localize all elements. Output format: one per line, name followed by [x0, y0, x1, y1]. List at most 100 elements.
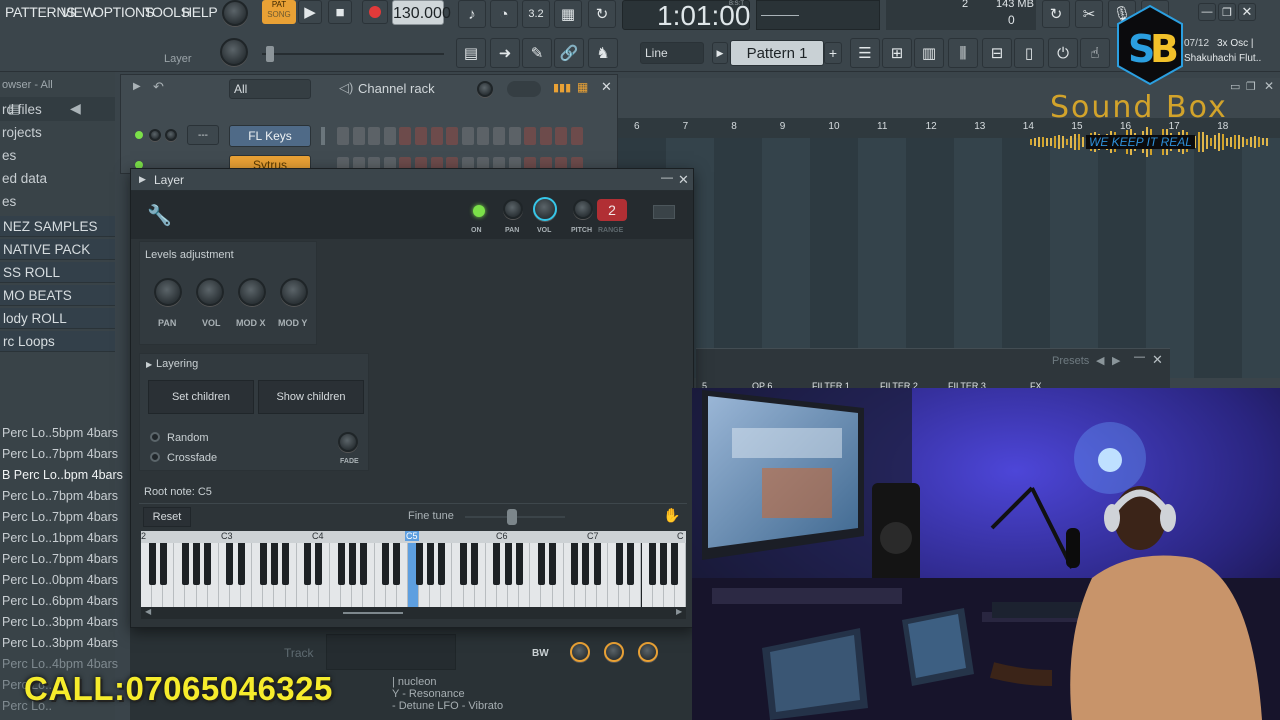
step-button[interactable] [383, 127, 396, 145]
browser-item[interactable]: es [2, 148, 16, 163]
browser-file[interactable]: Perc Lo..1bpm 4bars [2, 531, 118, 545]
pat-song-toggle[interactable]: PAT SONG [262, 0, 296, 24]
browser-file[interactable]: Perc Lo..5bpm 4bars [2, 426, 118, 440]
black-key[interactable] [315, 543, 323, 585]
step-button[interactable] [399, 127, 412, 145]
black-key[interactable] [649, 543, 657, 585]
browser-file[interactable]: Perc Lo..7bpm 4bars [2, 489, 118, 503]
black-key[interactable] [270, 543, 278, 585]
step-button[interactable] [415, 127, 427, 145]
black-key[interactable] [549, 543, 557, 585]
bw-knob-3[interactable] [638, 642, 658, 662]
black-key[interactable] [259, 543, 267, 585]
level-mody-knob[interactable] [280, 278, 308, 306]
presets-label[interactable]: Presets [1052, 355, 1089, 367]
position-slider[interactable] [262, 46, 444, 62]
rack-undo-icon[interactable]: ↶ [153, 79, 164, 95]
plugin-picker-button[interactable]: ⏻ [1048, 38, 1078, 68]
black-key[interactable] [537, 543, 545, 585]
pattern-prev-button[interactable]: ▶ [712, 42, 728, 64]
step-toggle[interactable] [507, 81, 541, 97]
playlist-view-button[interactable]: ▤ [456, 38, 486, 68]
header-vol-knob[interactable] [533, 197, 557, 221]
time-display[interactable]: 1:01:00 B:S:T [622, 0, 750, 31]
playlist-minimize-icon[interactable]: ▭ [1230, 80, 1240, 93]
browser-file[interactable]: Perc Lo..4bpm 4bars [2, 657, 118, 671]
countdown-button[interactable]: 3.2 [522, 0, 550, 28]
channel-filter-select[interactable]: All [229, 79, 311, 99]
root-note-keyboard[interactable]: 2 C3 C4 C5 C6 C7 C ◀ ▶ [141, 531, 686, 619]
browser-folder[interactable]: rc Loops [0, 331, 115, 352]
step-button[interactable] [477, 127, 490, 145]
hand-icon[interactable]: ✋ [663, 507, 680, 524]
black-key[interactable] [426, 543, 434, 585]
black-key[interactable] [304, 543, 312, 585]
browser-file[interactable]: Perc Lo..7bpm 4bars [2, 510, 118, 524]
level-vol-knob[interactable] [196, 278, 224, 306]
playlist-maximize-icon[interactable]: ❐ [1246, 80, 1256, 93]
scroll-left-icon[interactable]: ◀ [145, 607, 151, 616]
piano-roll-button[interactable]: ⊞ [882, 38, 912, 68]
channel1-name-button[interactable]: FL Keys [229, 125, 311, 147]
link-button[interactable]: 🔗 [554, 38, 584, 68]
master-volume-knob[interactable] [222, 0, 248, 26]
black-key[interactable] [148, 543, 156, 585]
fine-tune-slider[interactable] [465, 509, 565, 525]
black-key[interactable] [626, 543, 634, 585]
menu-view[interactable]: VIEW [61, 4, 96, 20]
channel1-pan-knob[interactable] [149, 129, 161, 141]
layer-menu-arrow-icon[interactable]: ▶ [139, 174, 146, 185]
maximize-button[interactable]: ❐ [1218, 3, 1236, 21]
swing-knob[interactable] [477, 81, 493, 97]
pattern-selector[interactable]: Pattern 1 [730, 40, 824, 66]
rack-close-icon[interactable]: ✕ [601, 79, 612, 95]
step-button[interactable] [430, 127, 443, 145]
mixer-view-button[interactable]: ☰ [850, 38, 880, 68]
graph-icon[interactable]: ▮▮▮ [553, 81, 571, 94]
step-button[interactable] [539, 127, 552, 145]
on-led[interactable] [473, 205, 485, 217]
channel1-mixer-track[interactable]: --- [187, 125, 219, 145]
step-button[interactable] [352, 127, 365, 145]
preset-next-icon[interactable]: ▶ [1112, 354, 1120, 367]
mixer-button[interactable]: ⫼ [948, 38, 978, 68]
browser-button[interactable]: ⊟ [982, 38, 1012, 68]
header-pitch-knob[interactable] [573, 199, 593, 219]
browser-file[interactable]: Perc Lo..3bpm 4bars [2, 636, 118, 650]
bw-knob-2[interactable] [604, 642, 624, 662]
draw-tool-button[interactable]: ✎ [522, 38, 552, 68]
black-key[interactable] [193, 543, 201, 585]
add-pattern-button[interactable]: + [824, 42, 842, 64]
step-button[interactable] [446, 127, 459, 145]
playlist-close-icon[interactable]: ✕ [1264, 79, 1274, 93]
step-button[interactable] [508, 127, 521, 145]
snap-arrow-button[interactable]: ➜ [490, 38, 520, 68]
black-key[interactable] [181, 543, 189, 585]
play-button[interactable]: ▶ [298, 0, 322, 24]
step-button[interactable] [555, 127, 568, 145]
channel-rack-button[interactable]: ▥ [914, 38, 944, 68]
black-key[interactable] [460, 543, 468, 585]
black-key[interactable] [415, 543, 423, 585]
preset-prev-icon[interactable]: ◀ [1096, 354, 1104, 367]
fade-knob[interactable] [338, 432, 358, 452]
browser-folder[interactable]: NATIVE PACK [0, 239, 115, 260]
layer-close-icon[interactable]: ✕ [678, 172, 689, 188]
black-key[interactable] [337, 543, 345, 585]
step-button[interactable] [337, 127, 349, 145]
black-key[interactable] [393, 543, 401, 585]
keyboard-scrollbar[interactable]: ◀ ▶ [141, 607, 686, 619]
black-key[interactable] [471, 543, 479, 585]
header-pan-knob[interactable] [503, 199, 523, 219]
level-modx-knob[interactable] [238, 278, 266, 306]
browser-file[interactable]: Perc Lo..6bpm 4bars [2, 594, 118, 608]
browser-file[interactable]: Perc Lo..3bpm 4bars [2, 615, 118, 629]
wrench-icon[interactable]: 🔧 [147, 203, 172, 228]
browser-file[interactable]: Perc Lo..7bpm 4bars [2, 447, 118, 461]
black-key[interactable] [671, 543, 679, 585]
stop-button[interactable]: ■ [328, 0, 352, 24]
layer-titlebar[interactable]: ▶ Layer — ✕ [131, 169, 693, 191]
step-button[interactable] [571, 127, 583, 145]
random-radio[interactable] [150, 432, 160, 442]
black-key[interactable] [515, 543, 523, 585]
